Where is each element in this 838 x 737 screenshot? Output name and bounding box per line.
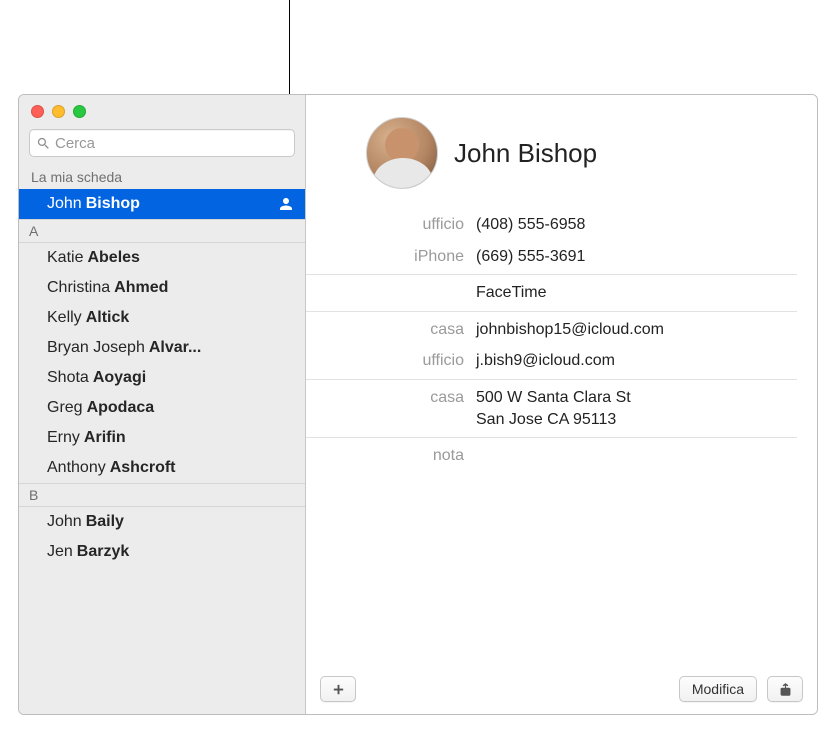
contacts-sidebar: Cerca La mia scheda John Bishop A Katie … [19, 95, 306, 714]
phone-value[interactable]: (669) 555-3691 [476, 246, 797, 268]
share-icon [778, 682, 793, 697]
me-card-icon [277, 195, 295, 213]
facetime-value[interactable]: FaceTime [476, 282, 797, 304]
list-item[interactable]: Katie Abeles [19, 243, 305, 273]
search-placeholder: Cerca [55, 135, 95, 152]
search-icon [36, 136, 51, 151]
field-label: iPhone [306, 246, 476, 268]
contacts-window: Cerca La mia scheda John Bishop A Katie … [18, 94, 818, 715]
section-letter: A [19, 219, 305, 242]
close-window-button[interactable] [31, 105, 44, 118]
window-controls [31, 105, 86, 118]
minimize-window-button[interactable] [52, 105, 65, 118]
contact-last-name: Bishop [86, 195, 140, 213]
address-row: casa 500 W Santa Clara St San Jose CA 95… [306, 382, 797, 435]
edit-button-label: Modifica [692, 681, 744, 697]
my-card-section-label: La mia scheda [19, 165, 305, 189]
detail-footer: Modifica [306, 666, 817, 714]
phone-row: ufficio (408) 555-6958 [306, 209, 797, 241]
my-card-row[interactable]: John Bishop [19, 189, 305, 219]
section-letter: B [19, 483, 305, 506]
field-label: casa [306, 319, 476, 341]
avatar[interactable] [366, 117, 438, 189]
note-row: nota [306, 440, 797, 472]
list-item[interactable]: Bryan Joseph Alvar... [19, 333, 305, 363]
list-item[interactable]: Christina Ahmed [19, 273, 305, 303]
edit-button[interactable]: Modifica [679, 676, 757, 702]
contact-first-name: John [47, 195, 82, 213]
field-label: ufficio [306, 350, 476, 372]
email-value[interactable]: johnbishop15@icloud.com [476, 319, 797, 341]
email-row: casa johnbishop15@icloud.com [306, 314, 797, 346]
share-button[interactable] [767, 676, 803, 702]
list-item[interactable]: Jen Barzyk [19, 537, 305, 567]
phone-row: iPhone (669) 555-3691 [306, 241, 797, 273]
search-input[interactable]: Cerca [29, 129, 295, 157]
list-item[interactable]: Kelly Altick [19, 303, 305, 333]
list-item[interactable]: Shota Aoyagi [19, 363, 305, 393]
list-item[interactable]: Anthony Ashcroft [19, 453, 305, 483]
note-label: nota [306, 445, 476, 467]
email-value[interactable]: j.bish9@icloud.com [476, 350, 797, 372]
phone-value[interactable]: (408) 555-6958 [476, 214, 797, 236]
field-label: casa [306, 387, 476, 409]
field-label: ufficio [306, 214, 476, 236]
plus-icon [331, 682, 346, 697]
zoom-window-button[interactable] [73, 105, 86, 118]
address-value[interactable]: 500 W Santa Clara St San Jose CA 95113 [476, 387, 797, 430]
list-item[interactable]: Greg Apodaca [19, 393, 305, 423]
facetime-row: FaceTime [306, 277, 797, 309]
list-item[interactable]: Erny Arifin [19, 423, 305, 453]
contact-name-heading: John Bishop [454, 138, 597, 169]
list-item[interactable]: John Baily [19, 507, 305, 537]
add-contact-button[interactable] [320, 676, 356, 702]
email-row: ufficio j.bish9@icloud.com [306, 345, 797, 377]
contact-detail-pane: John Bishop ufficio (408) 555-6958 iPhon… [306, 95, 817, 714]
